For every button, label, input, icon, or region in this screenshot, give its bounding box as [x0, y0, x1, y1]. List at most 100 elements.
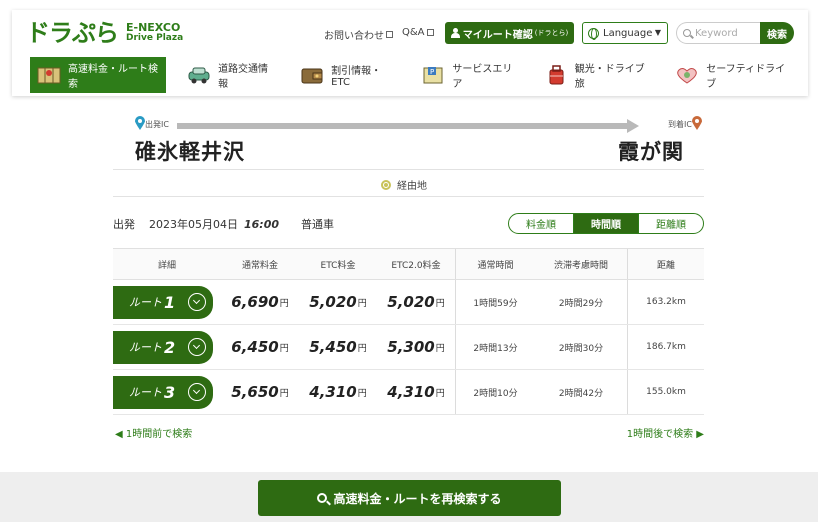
- arrival-pin-icon: [692, 116, 702, 130]
- table-row: ルート 3 5,650 円 4,310 円 4,310 円 2時間10分 2時間42分…: [113, 370, 704, 415]
- myroute-sublabel: (ドラとら): [534, 29, 569, 37]
- external-link-icon: [386, 31, 393, 38]
- search-icon: [317, 493, 328, 503]
- route-3-button[interactable]: ルート 3: [113, 375, 213, 409]
- search-1-hour-later-link[interactable]: 1時間後で検索 ▶: [627, 425, 704, 440]
- chevron-down-icon: [188, 383, 206, 401]
- route-results-table: 詳細 通常料金 ETC料金 ETC2.0料金 通常時間 渋滞考慮時間 距離 ルー…: [113, 248, 704, 415]
- site-logo[interactable]: ドラぷら E-NEXCO Drive Plaza: [26, 20, 183, 46]
- myroute-label: マイルート確認: [462, 29, 533, 41]
- etc-fare: 5,020 円: [299, 280, 377, 324]
- departure-date: 2023年05月04日: [149, 218, 238, 231]
- route-bar: [177, 123, 627, 129]
- origin-name: 碓氷軽井沢: [135, 140, 245, 164]
- time-value: 2時間30分: [558, 343, 604, 354]
- qa-label: Q&A: [402, 27, 425, 38]
- distance-value: 186.7km: [646, 342, 686, 352]
- route-cell: ルート 1: [113, 280, 221, 324]
- qa-link[interactable]: Q&A: [402, 27, 434, 38]
- language-select[interactable]: Language ▼: [582, 22, 668, 44]
- person-icon: [450, 28, 460, 38]
- sort-by-time[interactable]: 時間順: [573, 213, 639, 234]
- departure-pin-icon: [135, 116, 145, 130]
- departure-time: 16:00: [244, 217, 280, 231]
- yen-unit: 円: [357, 388, 367, 399]
- route-arrowhead: [627, 119, 639, 133]
- column-header: ETC2.0料金: [391, 260, 441, 271]
- distance: 186.7km: [627, 325, 704, 369]
- nav-label: 観光・ドライブ旅: [574, 64, 645, 90]
- nav-item-route-search[interactable]: 高速料金・ルート検索: [30, 57, 167, 93]
- normal-fare: 6,690 円: [221, 280, 299, 324]
- nav-label: セーフティドライブ: [706, 64, 786, 90]
- column-header: 渋滞考慮時間: [553, 260, 608, 271]
- nav-item-discount-etc[interactable]: 割引情報・ETC: [293, 57, 400, 93]
- arrival-ic-label: 到着IC: [668, 120, 692, 129]
- fare-value: 5,650: [231, 383, 279, 401]
- sort-by-fare[interactable]: 料金順: [508, 213, 574, 234]
- jam-time: 2時間42分: [535, 370, 627, 414]
- fare-value: 5,020: [387, 293, 435, 311]
- via-point[interactable]: 経由地: [381, 177, 427, 192]
- table-header: 詳細 通常料金 ETC料金 ETC2.0料金 通常時間 渋滞考慮時間 距離: [113, 248, 704, 280]
- site-header: ドラぷら E-NEXCO Drive Plaza お問い合わせ Q&A マイルー…: [12, 10, 808, 96]
- research-button-label: 高速料金・ルートを再検索する: [333, 491, 502, 506]
- time-value: 2時間29分: [558, 298, 604, 309]
- sort-by-distance[interactable]: 距離順: [638, 213, 704, 234]
- normal-time: 1時間59分: [455, 280, 535, 324]
- logo-en-line1: E-NEXCO: [126, 21, 181, 34]
- normal-time: 2時間10分: [455, 370, 535, 414]
- fare-value: 6,690: [231, 293, 279, 311]
- table-row: ルート 1 6,690 円 5,020 円 5,020 円 1時間59分 2時間29分…: [113, 280, 704, 325]
- nav-item-sightseeing[interactable]: 観光・ドライブ旅: [537, 57, 655, 93]
- contact-label: お問い合わせ: [324, 31, 384, 42]
- svg-text:P: P: [430, 68, 434, 76]
- route-2-button[interactable]: ルート 2: [113, 330, 213, 364]
- column-header: 通常料金: [241, 260, 278, 271]
- fare-value: 6,450: [231, 338, 279, 356]
- route-cell: ルート 3: [113, 370, 221, 414]
- search-button[interactable]: 検索: [760, 22, 794, 44]
- etc-fare: 5,450 円: [299, 325, 377, 369]
- suitcase-icon: [543, 65, 569, 85]
- etc2-fare: 4,310 円: [377, 370, 455, 414]
- route-cell: ルート 2: [113, 325, 221, 369]
- external-link-icon: [426, 29, 434, 36]
- research-button[interactable]: 高速料金・ルートを再検索する: [258, 480, 561, 516]
- yen-unit: 円: [357, 343, 367, 354]
- myroute-button[interactable]: マイルート確認 (ドラとら): [445, 22, 574, 44]
- normal-fare: 6,450 円: [221, 325, 299, 369]
- divider: [113, 196, 704, 197]
- chevron-down-icon: [188, 293, 206, 311]
- page: ドラぷら E-NEXCO Drive Plaza お問い合わせ Q&A マイルー…: [0, 0, 818, 522]
- yen-unit: 円: [435, 298, 445, 309]
- normal-time: 2時間13分: [455, 325, 535, 369]
- search-conditions: 出発 2023年05月04日 16:00 普通車: [113, 216, 334, 232]
- nav-item-safety[interactable]: セーフティドライブ: [668, 57, 794, 93]
- keyword-search: 検索: [676, 22, 794, 44]
- column-header: ETC料金: [320, 260, 356, 271]
- jam-time: 2時間29分: [535, 280, 627, 324]
- distance-value: 163.2km: [646, 297, 686, 307]
- jam-time: 2時間30分: [535, 325, 627, 369]
- time-value: 2時間13分: [473, 343, 518, 354]
- fare-value: 4,310: [387, 383, 435, 401]
- sort-toggle: 料金順 時間順 距離順: [508, 213, 704, 234]
- logo-text-en: E-NEXCO Drive Plaza: [126, 22, 183, 44]
- time-value: 2時間42分: [558, 388, 604, 399]
- yen-unit: 円: [279, 388, 289, 399]
- nav-item-traffic[interactable]: 道路交通情報: [180, 57, 279, 93]
- route-number: 3: [164, 382, 176, 402]
- nav-item-service-area[interactable]: P サービスエリア: [414, 57, 522, 93]
- contact-link[interactable]: お問い合わせ: [324, 27, 393, 42]
- safety-icon: [674, 65, 700, 85]
- distance-value: 155.0km: [646, 387, 686, 397]
- fare-value: 5,450: [309, 338, 357, 356]
- search-1-hour-earlier-link[interactable]: ◀ 1時間前で検索: [115, 425, 192, 440]
- route-number: 1: [164, 292, 176, 312]
- fare-value: 5,020: [309, 293, 357, 311]
- yen-unit: 円: [279, 343, 289, 354]
- search-icon: [683, 29, 691, 37]
- route-1-button[interactable]: ルート 1: [113, 285, 213, 319]
- fare-value: 5,300: [387, 338, 435, 356]
